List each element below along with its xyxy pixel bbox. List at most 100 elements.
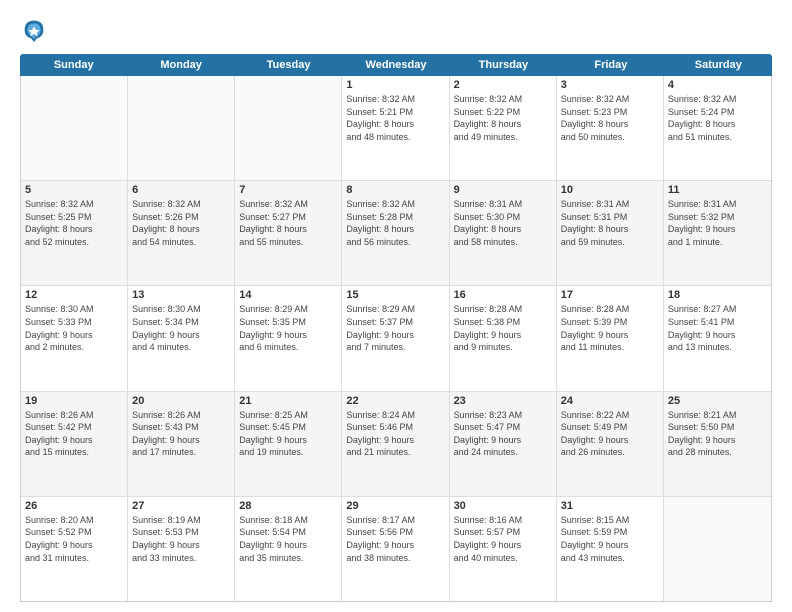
weekday-header: Tuesday xyxy=(235,54,342,76)
calendar-cell: 19Sunrise: 8:26 AM Sunset: 5:42 PM Dayli… xyxy=(21,392,128,496)
cell-detail: Sunrise: 8:16 AM Sunset: 5:57 PM Dayligh… xyxy=(454,514,552,564)
cell-detail: Sunrise: 8:21 AM Sunset: 5:50 PM Dayligh… xyxy=(668,409,767,459)
day-number: 14 xyxy=(239,289,337,301)
cell-detail: Sunrise: 8:32 AM Sunset: 5:25 PM Dayligh… xyxy=(25,198,123,248)
calendar-cell: 6 Sunrise: 8:32 AM Sunset: 5:26 PM Daylig… xyxy=(128,181,235,285)
calendar-cell: 8 Sunrise: 8:32 AM Sunset: 5:28 PM Daylig… xyxy=(342,181,449,285)
calendar-cell: 2 Sunrise: 8:32 AM Sunset: 5:22 PM Daylig… xyxy=(450,76,557,180)
weekday-header: Sunday xyxy=(20,54,127,76)
day-number: 11 xyxy=(668,184,767,196)
cell-detail: Sunrise: 8:30 AM Sunset: 5:34 PM Dayligh… xyxy=(132,303,230,353)
cell-detail: Sunrise: 8:24 AM Sunset: 5:46 PM Dayligh… xyxy=(346,409,444,459)
day-number: 30 xyxy=(454,500,552,512)
cell-detail: Sunrise: 8:26 AM Sunset: 5:42 PM Dayligh… xyxy=(25,409,123,459)
day-number: 13 xyxy=(132,289,230,301)
cell-detail: Sunrise: 8:31 AM Sunset: 5:32 PM Dayligh… xyxy=(668,198,767,248)
day-number: 28 xyxy=(239,500,337,512)
day-number: 7 xyxy=(239,184,337,196)
calendar-body: 1Sunrise: 8:32 AM Sunset: 5:21 PM Daylig… xyxy=(20,76,772,602)
calendar-row: 1Sunrise: 8:32 AM Sunset: 5:21 PM Daylig… xyxy=(21,76,771,181)
day-number: 4 xyxy=(668,79,767,91)
weekday-header: Friday xyxy=(557,54,664,76)
day-number: 17 xyxy=(561,289,659,301)
day-number: 3 xyxy=(561,79,659,91)
cell-detail: Sunrise: 8:25 AM Sunset: 5:45 PM Dayligh… xyxy=(239,409,337,459)
day-number: 5 xyxy=(25,184,123,196)
calendar-cell: 5 Sunrise: 8:32 AM Sunset: 5:25 PM Daylig… xyxy=(21,181,128,285)
page: SundayMondayTuesdayWednesdayThursdayFrid… xyxy=(0,0,792,612)
cell-detail: Sunrise: 8:20 AM Sunset: 5:52 PM Dayligh… xyxy=(25,514,123,564)
day-number: 25 xyxy=(668,395,767,407)
cell-detail: Sunrise: 8:32 AM Sunset: 5:26 PM Dayligh… xyxy=(132,198,230,248)
day-number: 24 xyxy=(561,395,659,407)
header xyxy=(20,16,772,44)
day-number: 2 xyxy=(454,79,552,91)
cell-detail: Sunrise: 8:19 AM Sunset: 5:53 PM Dayligh… xyxy=(132,514,230,564)
calendar-cell: 28Sunrise: 8:18 AM Sunset: 5:54 PM Dayli… xyxy=(235,497,342,601)
day-number: 27 xyxy=(132,500,230,512)
calendar-row: 12 Sunrise: 8:30 AM Sunset: 5:33 PM Dayli… xyxy=(21,286,771,391)
day-number: 10 xyxy=(561,184,659,196)
calendar-cell: 12 Sunrise: 8:30 AM Sunset: 5:33 PM Dayli… xyxy=(21,286,128,390)
logo-icon xyxy=(20,16,48,44)
calendar-cell: 9 Sunrise: 8:31 AM Sunset: 5:30 PM Daylig… xyxy=(450,181,557,285)
calendar-cell: 20Sunrise: 8:26 AM Sunset: 5:43 PM Dayli… xyxy=(128,392,235,496)
cell-detail: Sunrise: 8:32 AM Sunset: 5:23 PM Dayligh… xyxy=(561,93,659,143)
cell-detail: Sunrise: 8:29 AM Sunset: 5:37 PM Dayligh… xyxy=(346,303,444,353)
calendar-cell: 18 Sunrise: 8:27 AM Sunset: 5:41 PM Dayli… xyxy=(664,286,771,390)
day-number: 31 xyxy=(561,500,659,512)
calendar-cell xyxy=(128,76,235,180)
calendar-cell: 1Sunrise: 8:32 AM Sunset: 5:21 PM Daylig… xyxy=(342,76,449,180)
calendar-cell: 17 Sunrise: 8:28 AM Sunset: 5:39 PM Dayli… xyxy=(557,286,664,390)
calendar-cell: 7Sunrise: 8:32 AM Sunset: 5:27 PM Daylig… xyxy=(235,181,342,285)
weekday-header: Monday xyxy=(127,54,234,76)
cell-detail: Sunrise: 8:28 AM Sunset: 5:38 PM Dayligh… xyxy=(454,303,552,353)
calendar-cell: 31Sunrise: 8:15 AM Sunset: 5:59 PM Dayli… xyxy=(557,497,664,601)
day-number: 23 xyxy=(454,395,552,407)
logo xyxy=(20,16,52,44)
calendar-cell: 14 Sunrise: 8:29 AM Sunset: 5:35 PM Dayli… xyxy=(235,286,342,390)
calendar-row: 19Sunrise: 8:26 AM Sunset: 5:42 PM Dayli… xyxy=(21,392,771,497)
calendar-cell: 30 Sunrise: 8:16 AM Sunset: 5:57 PM Dayli… xyxy=(450,497,557,601)
cell-detail: Sunrise: 8:30 AM Sunset: 5:33 PM Dayligh… xyxy=(25,303,123,353)
calendar-cell: 21 Sunrise: 8:25 AM Sunset: 5:45 PM Dayli… xyxy=(235,392,342,496)
calendar-cell: 13 Sunrise: 8:30 AM Sunset: 5:34 PM Dayli… xyxy=(128,286,235,390)
calendar-row: 5 Sunrise: 8:32 AM Sunset: 5:25 PM Daylig… xyxy=(21,181,771,286)
cell-detail: Sunrise: 8:27 AM Sunset: 5:41 PM Dayligh… xyxy=(668,303,767,353)
calendar-header: SundayMondayTuesdayWednesdayThursdayFrid… xyxy=(20,54,772,76)
calendar-cell: 11 Sunrise: 8:31 AM Sunset: 5:32 PM Dayli… xyxy=(664,181,771,285)
day-number: 6 xyxy=(132,184,230,196)
calendar-cell: 15 Sunrise: 8:29 AM Sunset: 5:37 PM Dayli… xyxy=(342,286,449,390)
day-number: 15 xyxy=(346,289,444,301)
day-number: 21 xyxy=(239,395,337,407)
cell-detail: Sunrise: 8:31 AM Sunset: 5:30 PM Dayligh… xyxy=(454,198,552,248)
calendar-cell: 4 Sunrise: 8:32 AM Sunset: 5:24 PM Daylig… xyxy=(664,76,771,180)
cell-detail: Sunrise: 8:22 AM Sunset: 5:49 PM Dayligh… xyxy=(561,409,659,459)
calendar-cell xyxy=(235,76,342,180)
calendar-row: 26Sunrise: 8:20 AM Sunset: 5:52 PM Dayli… xyxy=(21,497,771,601)
cell-detail: Sunrise: 8:28 AM Sunset: 5:39 PM Dayligh… xyxy=(561,303,659,353)
calendar-cell: 29Sunrise: 8:17 AM Sunset: 5:56 PM Dayli… xyxy=(342,497,449,601)
calendar-cell: 24 Sunrise: 8:22 AM Sunset: 5:49 PM Dayli… xyxy=(557,392,664,496)
calendar-cell: 26Sunrise: 8:20 AM Sunset: 5:52 PM Dayli… xyxy=(21,497,128,601)
cell-detail: Sunrise: 8:32 AM Sunset: 5:28 PM Dayligh… xyxy=(346,198,444,248)
calendar-cell xyxy=(21,76,128,180)
day-number: 29 xyxy=(346,500,444,512)
day-number: 18 xyxy=(668,289,767,301)
calendar-cell: 27 Sunrise: 8:19 AM Sunset: 5:53 PM Dayli… xyxy=(128,497,235,601)
calendar-cell xyxy=(664,497,771,601)
day-number: 20 xyxy=(132,395,230,407)
day-number: 8 xyxy=(346,184,444,196)
day-number: 12 xyxy=(25,289,123,301)
weekday-header: Saturday xyxy=(665,54,772,76)
cell-detail: Sunrise: 8:32 AM Sunset: 5:22 PM Dayligh… xyxy=(454,93,552,143)
day-number: 1 xyxy=(346,79,444,91)
day-number: 9 xyxy=(454,184,552,196)
day-number: 22 xyxy=(346,395,444,407)
cell-detail: Sunrise: 8:32 AM Sunset: 5:24 PM Dayligh… xyxy=(668,93,767,143)
calendar-cell: 25 Sunrise: 8:21 AM Sunset: 5:50 PM Dayli… xyxy=(664,392,771,496)
calendar-cell: 16Sunrise: 8:28 AM Sunset: 5:38 PM Dayli… xyxy=(450,286,557,390)
cell-detail: Sunrise: 8:31 AM Sunset: 5:31 PM Dayligh… xyxy=(561,198,659,248)
cell-detail: Sunrise: 8:29 AM Sunset: 5:35 PM Dayligh… xyxy=(239,303,337,353)
calendar-cell: 23Sunrise: 8:23 AM Sunset: 5:47 PM Dayli… xyxy=(450,392,557,496)
